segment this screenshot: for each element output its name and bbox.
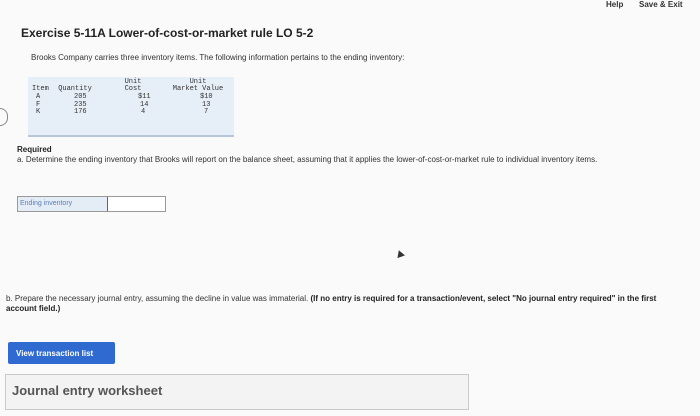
header-unit-market-line2: Market Value: [172, 85, 224, 93]
cell-market: 7: [204, 108, 209, 116]
help-link[interactable]: Help: [606, 0, 623, 9]
intro-text: Brooks Company carries three inventory i…: [31, 53, 405, 62]
cell-cost: 4: [141, 108, 146, 116]
exercise-title: Exercise 5-11A Lower-of-cost-or-market r…: [21, 26, 314, 40]
save-exit-link[interactable]: Save & Exit: [639, 0, 683, 9]
ending-inventory-row: Ending inventory: [17, 196, 166, 212]
mouse-cursor-icon: [395, 248, 405, 259]
view-transaction-list-button[interactable]: View transaction list: [8, 342, 115, 364]
ending-inventory-input[interactable]: [107, 197, 165, 211]
part-b-text: b. Prepare the necessary journal entry, …: [6, 294, 686, 314]
header-item: Item: [32, 85, 49, 93]
part-a-text: a. Determine the ending inventory that B…: [17, 155, 598, 164]
table-body: A 205 $11 $10 F 235 14 13 K 176 4 7: [28, 93, 234, 117]
header-unit-cost-line2: Cost: [124, 85, 142, 93]
journal-entry-worksheet-panel: Journal entry worksheet: [5, 374, 469, 410]
inventory-table: Item Quantity Unit Cost Unit Market Valu…: [28, 77, 234, 137]
header-quantity: Quantity: [58, 85, 92, 93]
header-unit-cost: Unit Cost: [120, 79, 146, 93]
cell-quantity: 176: [74, 108, 87, 116]
header-unit-market: Unit Market Value: [168, 79, 228, 93]
journal-entry-worksheet-title: Journal entry worksheet: [12, 383, 163, 398]
cell-item: K: [36, 108, 41, 116]
side-scroll-tab[interactable]: [0, 108, 8, 126]
table-row: K 176 4 7: [28, 108, 234, 117]
required-heading: Required: [17, 145, 52, 154]
part-b-instructions: b. Prepare the necessary journal entry, …: [6, 294, 309, 303]
ending-inventory-label: Ending inventory: [18, 197, 107, 211]
top-bar: Help Save & Exit: [0, 0, 700, 14]
